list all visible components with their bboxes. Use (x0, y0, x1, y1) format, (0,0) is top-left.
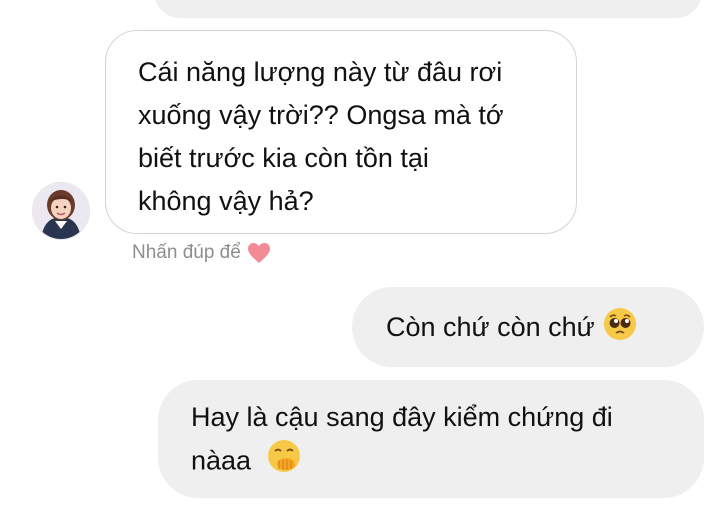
double-tap-to-like-hint[interactable]: Nhấn đúp để (132, 242, 271, 264)
hand-over-mouth-face-icon (267, 439, 301, 486)
pleading-face-icon (603, 307, 637, 348)
outgoing-message-bubble[interactable]: Còn chứ còn chứ (352, 287, 704, 367)
avatar[interactable] (32, 182, 90, 240)
incoming-message-bubble[interactable]: Cái năng lượng này từ đâu rơi xuống vậy … (105, 30, 577, 234)
heart-icon (247, 243, 270, 263)
message-text: Còn chứ còn chứ (386, 311, 595, 342)
message-line: nàaa (191, 445, 252, 476)
message-line: biết trước kia còn tồn tại (138, 143, 429, 173)
message-line: xuống vậy trời?? Ongsa mà tớ (138, 100, 504, 130)
outgoing-message-bubble[interactable]: Hay là cậu sang đây kiểm chứng đi nàaa (158, 380, 704, 498)
hint-text: Nhấn đúp để (132, 242, 241, 263)
previous-message-bubble[interactable] (154, 0, 702, 18)
message-line: không vậy hả? (138, 186, 314, 216)
message-line: Hay là cậu sang đây kiểm chứng đi (191, 402, 613, 432)
message-line: Cái năng lượng này từ đâu rơi (138, 57, 503, 87)
